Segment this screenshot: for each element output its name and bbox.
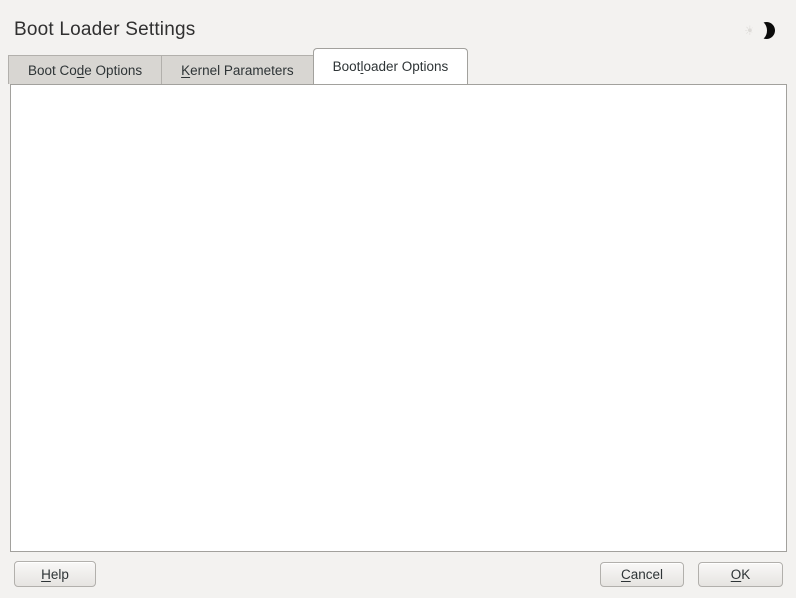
tab-boot-code-options[interactable]: Boot Code Options [8,55,162,84]
tab-bootloader-options[interactable]: Bootloader Options [313,48,469,84]
tab-bar: Boot Code Options Kernel Parameters Boot… [8,48,467,84]
tab-content-panel [10,84,787,552]
page-title: Boot Loader Settings [14,17,195,43]
crescent-moon-icon: ☀ [744,18,784,44]
cancel-button[interactable]: Cancel [600,562,684,587]
ok-button[interactable]: OK [698,562,783,587]
help-button[interactable]: Help [14,561,96,587]
tab-kernel-parameters[interactable]: Kernel Parameters [161,55,314,84]
moon-crescent-shape [758,22,775,39]
